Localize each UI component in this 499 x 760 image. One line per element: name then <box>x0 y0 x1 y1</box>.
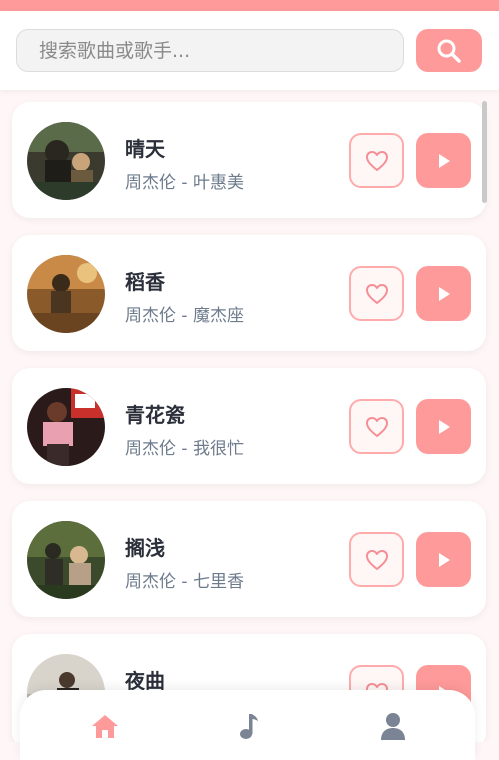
like-button[interactable] <box>349 399 404 454</box>
play-button[interactable] <box>416 133 471 188</box>
heart-icon <box>365 283 388 304</box>
search-button[interactable] <box>416 29 482 72</box>
like-button[interactable] <box>349 532 404 587</box>
heart-icon <box>365 416 388 437</box>
heart-icon <box>365 150 388 171</box>
song-artist: 周杰伦 - 七里香 <box>125 572 244 592</box>
song-title: 稻香 <box>125 270 165 294</box>
top-accent-bar <box>0 0 499 11</box>
song-card[interactable]: 稻香 周杰伦 - 魔杰座 <box>12 235 486 351</box>
song-artist: 周杰伦 - 魔杰座 <box>125 306 244 326</box>
nav-item-profile[interactable] <box>373 708 413 744</box>
song-card[interactable]: 搁浅 周杰伦 - 七里香 <box>12 501 486 617</box>
home-icon <box>92 715 118 738</box>
search-icon <box>437 39 461 63</box>
play-icon <box>438 552 450 567</box>
like-button[interactable] <box>349 266 404 321</box>
song-title: 青花瓷 <box>125 403 185 427</box>
album-cover-image <box>27 255 105 333</box>
nav-item-home[interactable] <box>85 708 125 744</box>
play-icon <box>438 419 450 434</box>
song-artist: 周杰伦 - 叶惠美 <box>125 173 244 193</box>
like-button[interactable] <box>349 133 404 188</box>
search-header <box>0 11 499 90</box>
search-input[interactable] <box>16 29 404 72</box>
album-cover-image <box>27 521 105 599</box>
play-icon <box>438 153 450 168</box>
play-button[interactable] <box>416 266 471 321</box>
bottom-navigation <box>20 690 475 760</box>
play-button[interactable] <box>416 399 471 454</box>
music-note-icon <box>240 714 258 739</box>
song-card[interactable]: 青花瓷 周杰伦 - 我很忙 <box>12 368 486 484</box>
play-icon <box>438 286 450 301</box>
play-button[interactable] <box>416 532 471 587</box>
scrollbar-thumb[interactable] <box>482 101 487 203</box>
album-cover-image <box>27 388 105 466</box>
song-title: 晴天 <box>125 137 165 161</box>
song-list[interactable]: 晴天 周杰伦 - 叶惠美 稻香 周杰伦 - 魔杰座 青花瓷 周杰伦 - 我很忙 … <box>0 90 499 742</box>
nav-item-music[interactable] <box>229 708 269 744</box>
song-title: 搁浅 <box>125 536 165 560</box>
album-cover-image <box>27 122 105 200</box>
song-card[interactable]: 晴天 周杰伦 - 叶惠美 <box>12 102 486 218</box>
user-icon <box>381 713 405 740</box>
song-artist: 周杰伦 - 我很忙 <box>125 439 244 459</box>
heart-icon <box>365 549 388 570</box>
